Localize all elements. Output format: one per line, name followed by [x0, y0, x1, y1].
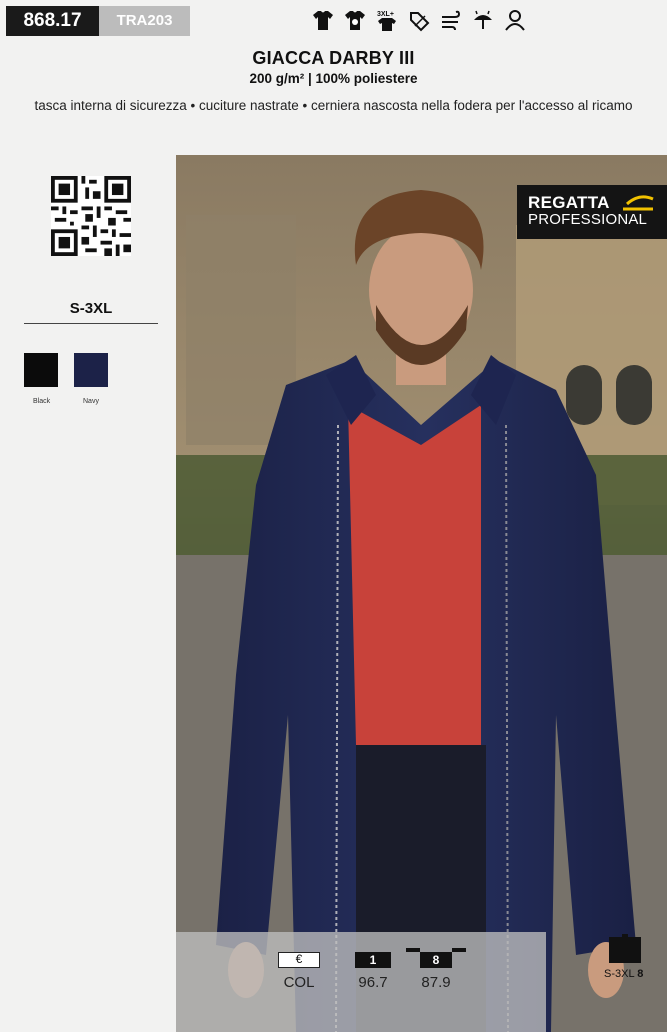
embroidery-tshirt-icon [344, 8, 366, 32]
tier-qty-1: 1 [355, 952, 391, 968]
svg-text:3XL+: 3XL+ [377, 11, 394, 18]
size-range: S-3XL [24, 300, 158, 324]
color-swatch-navy[interactable] [74, 353, 108, 387]
color-label-black: Black [33, 398, 51, 405]
carton-size: S-3XL [604, 968, 635, 980]
color-swatch-black[interactable] [24, 353, 58, 387]
carton-info: S-3XL 8 [604, 968, 643, 980]
discount-tag-icon [408, 8, 430, 32]
currency-box: € [278, 952, 320, 968]
brand-swoosh-icon [623, 195, 654, 211]
qr-code[interactable] [51, 176, 131, 256]
carton-qty: 8 [637, 968, 644, 980]
brand-logo: REGATTA PROFESSIONAL [517, 185, 667, 239]
feature-icons: 3XL+ [312, 6, 526, 34]
tshirt-icon [312, 8, 334, 32]
product-spec: 200 g/m² | 100% poliestere [249, 71, 418, 86]
tier-dash-right [452, 948, 466, 952]
tier-price-1: 96.7 [358, 974, 388, 991]
catalog-code: 868.17 [6, 6, 99, 36]
user-outline-icon [504, 8, 526, 32]
carton-box-icon [609, 934, 641, 963]
col-label: COL [283, 974, 315, 991]
tier-dash-left [406, 948, 420, 952]
product-features: tasca interna di sicurezza • cuciture na… [34, 98, 633, 113]
product-photo: REGATTA PROFESSIONAL [176, 155, 667, 1032]
product-title: GIACCA DARBY III [252, 48, 415, 68]
wind-icon [440, 8, 462, 32]
tier-price-2: 87.9 [421, 974, 451, 991]
color-label-navy: Navy [83, 398, 99, 405]
size-3xl-plus-icon: 3XL+ [376, 8, 398, 32]
rain-icon [472, 8, 494, 32]
model-code: TRA203 [99, 6, 190, 36]
tier-qty-2: 8 [420, 952, 452, 968]
brand-line2: PROFESSIONAL [528, 211, 648, 228]
